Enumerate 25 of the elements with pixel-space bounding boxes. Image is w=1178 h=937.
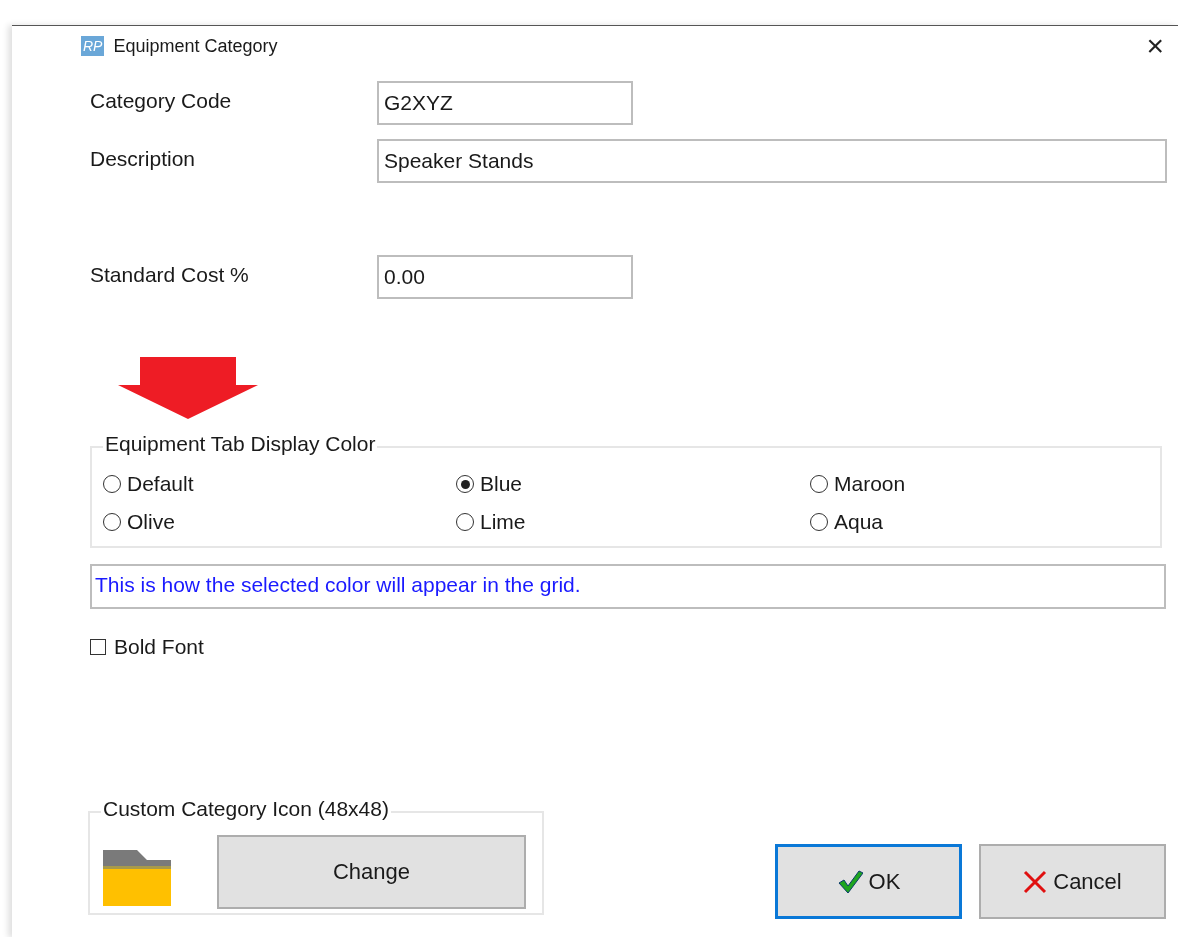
radio-label[interactable]: Lime: [480, 510, 526, 534]
down-arrow-icon: [118, 357, 258, 419]
checkmark-icon: [836, 869, 863, 894]
ok-button[interactable]: OK: [775, 844, 962, 919]
radio-label[interactable]: Maroon: [834, 472, 906, 496]
field-label: Standard Cost %: [90, 262, 250, 287]
cancel-button[interactable]: Cancel: [979, 844, 1166, 919]
radio-label[interactable]: Blue: [480, 472, 523, 496]
close-button[interactable]: ×: [1140, 31, 1170, 61]
input-field[interactable]: 0.00: [377, 255, 633, 299]
checkbox[interactable]: [90, 639, 106, 655]
radio-label[interactable]: Default: [127, 472, 194, 496]
app-logo: RP: [81, 36, 105, 56]
color-preview-text: This is how the selected color will appear in the grid.: [90, 564, 1166, 609]
radio-label[interactable]: Olive: [127, 510, 175, 534]
radio-label[interactable]: Aqua: [834, 510, 884, 534]
folder-icon: [103, 850, 171, 906]
window-title: Equipment Category: [113, 35, 279, 57]
input-field[interactable]: Speaker Stands: [377, 139, 1167, 183]
change-button[interactable]: Change: [217, 835, 526, 909]
input-field[interactable]: G2XYZ: [377, 81, 633, 125]
checkbox-label[interactable]: Bold Font: [114, 635, 204, 659]
cross-icon: [1023, 869, 1048, 894]
field-label: Category Code: [90, 88, 233, 113]
field-label: Description: [90, 146, 197, 171]
